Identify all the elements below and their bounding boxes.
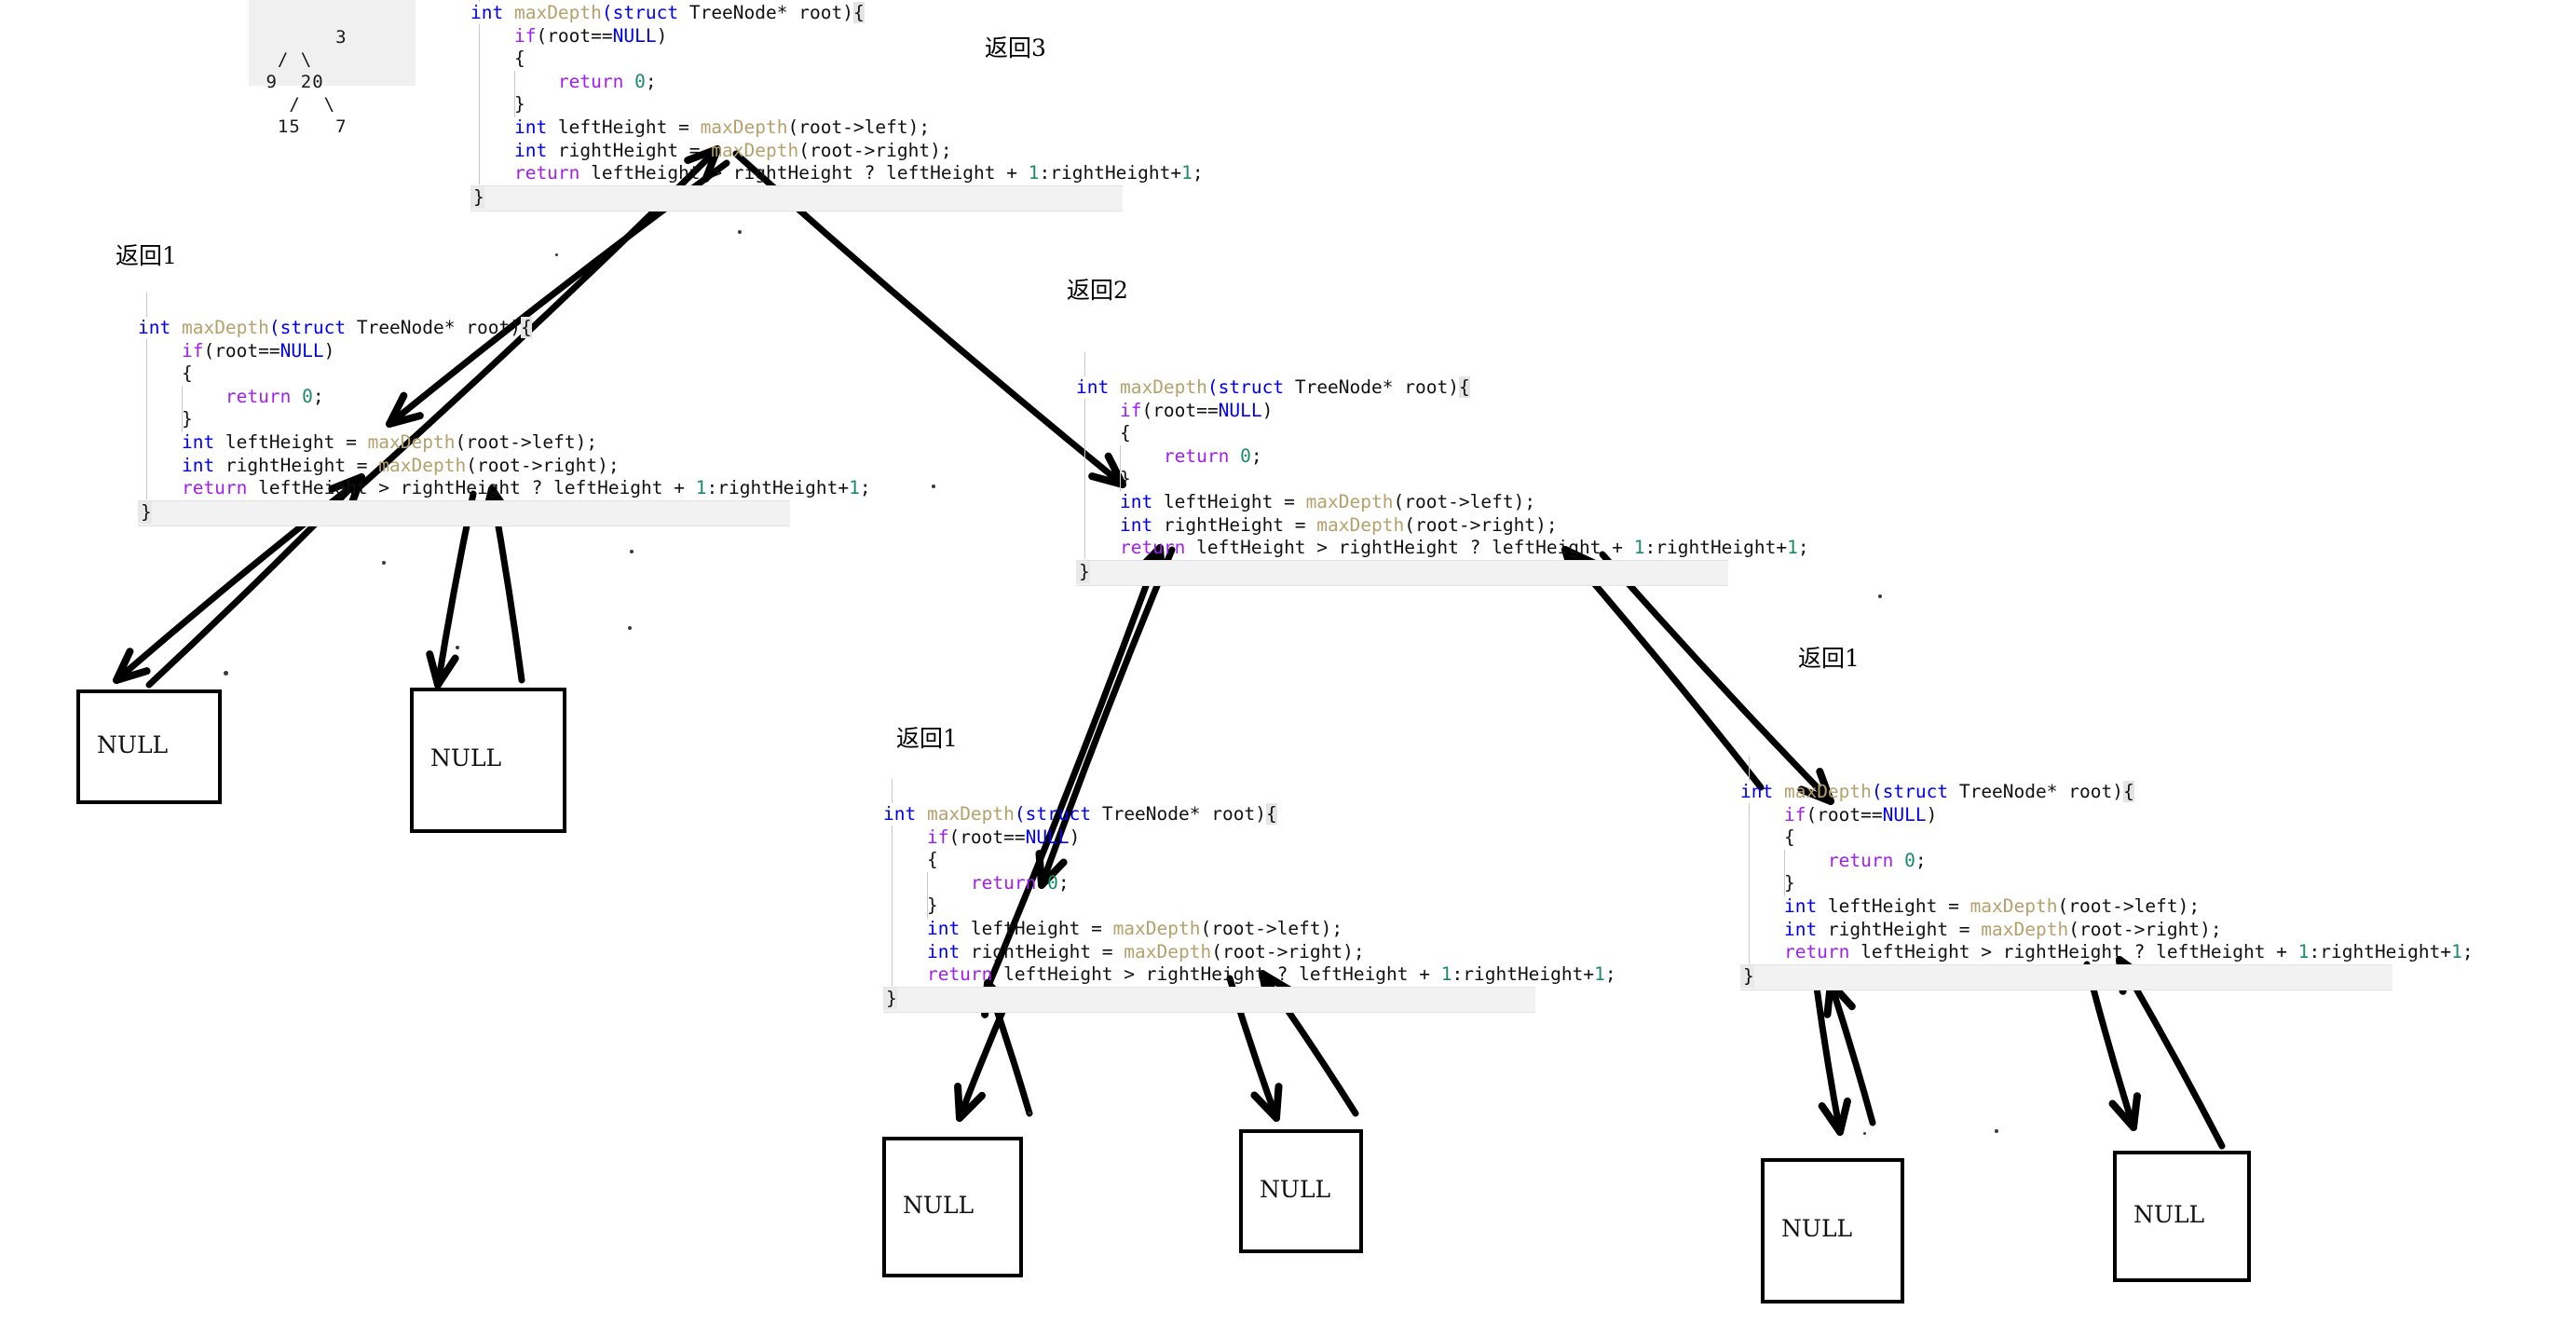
arrow-rightleaf-to-null5 <box>1813 984 1851 1136</box>
null-box-6: NULL <box>2113 1151 2251 1282</box>
ink-speck <box>1878 594 1882 598</box>
null-box-label: NULL <box>430 744 502 771</box>
indent-guide <box>479 0 480 2</box>
binary-tree-ascii-text: 3 / \ 9 20 / \ 15 7 <box>266 27 348 137</box>
arrow-right-to-rightleaf <box>1599 551 1834 805</box>
indent-guide <box>1084 352 1085 376</box>
code-block-left-leaf-frame: int maxDepth(struct TreeNode* root){ if(… <box>883 779 1616 1013</box>
null-box-4: NULL <box>1239 1129 1363 1253</box>
ink-speck <box>224 671 228 676</box>
code-block-right-frame: int maxDepth(struct TreeNode* root){ if(… <box>1076 352 1809 586</box>
block-guide-line <box>146 339 147 499</box>
code-block-right-leaf-frame: int maxDepth(struct TreeNode* root){ if(… <box>1740 757 2474 990</box>
code-close-brace-row: } <box>883 986 1535 1013</box>
inner-guide-line <box>1784 850 1785 896</box>
ink-speck <box>738 230 742 234</box>
label-return-1-midleaf: 返回1 <box>896 725 958 752</box>
diagram-canvas: 3 / \ 9 20 / \ 15 7 返回3 返回1 返回2 返回1 返回1 int … <box>0 0 2576 1324</box>
arrow-null5-to-rightleaf <box>1823 979 1876 1126</box>
block-guide-line <box>479 24 480 184</box>
ink-speck <box>630 550 634 553</box>
null-box-label: NULL <box>903 1191 975 1219</box>
inner-guide-line <box>1120 445 1121 492</box>
ink-speck <box>1029 1112 1031 1114</box>
arrow-layer <box>113 145 2226 1150</box>
code-block-root-frame: int maxDepth(struct TreeNode* root){ if(… <box>470 0 1204 212</box>
label-return-2: 返回2 <box>1067 277 1128 304</box>
ink-speck <box>1995 1129 1998 1133</box>
code-close-brace-row: } <box>1076 559 1728 586</box>
null-box-5: NULL <box>1761 1158 1904 1304</box>
ink-speck <box>932 485 935 488</box>
null-box-3: NULL <box>882 1137 1023 1277</box>
block-guide-line <box>1749 803 1750 963</box>
null-box-label: NULL <box>97 730 169 758</box>
null-box-label: NULL <box>1781 1215 1853 1242</box>
indent-guide <box>146 293 147 317</box>
null-box-label: NULL <box>2133 1200 2205 1228</box>
block-guide-line <box>1084 399 1085 559</box>
inner-guide-line <box>927 872 928 919</box>
null-box-label: NULL <box>1260 1175 1331 1203</box>
code-close-brace-row: } <box>1740 963 2392 990</box>
null-box-1: NULL <box>76 689 222 804</box>
label-return-1-left: 返回1 <box>116 242 177 269</box>
indent-guide <box>892 779 893 803</box>
ink-speck <box>628 626 632 630</box>
indent-guide <box>1749 757 1750 781</box>
null-box-2: NULL <box>410 688 566 833</box>
ink-speck <box>555 253 558 256</box>
code-close-brace-row: } <box>470 184 1123 212</box>
ink-speck <box>382 561 386 565</box>
label-return-1-rightleaf: 返回1 <box>1798 645 1860 672</box>
inner-guide-line <box>182 386 183 432</box>
inner-guide-line <box>514 71 515 117</box>
ink-speck <box>456 646 459 649</box>
block-guide-line <box>892 826 893 986</box>
ink-speck <box>1863 1132 1866 1135</box>
binary-tree-ascii-panel: 3 / \ 9 20 / \ 15 7 <box>249 0 416 137</box>
code-block-left-frame: int maxDepth(struct TreeNode* root){ if(… <box>138 293 871 526</box>
code-close-brace-row: } <box>138 499 790 526</box>
